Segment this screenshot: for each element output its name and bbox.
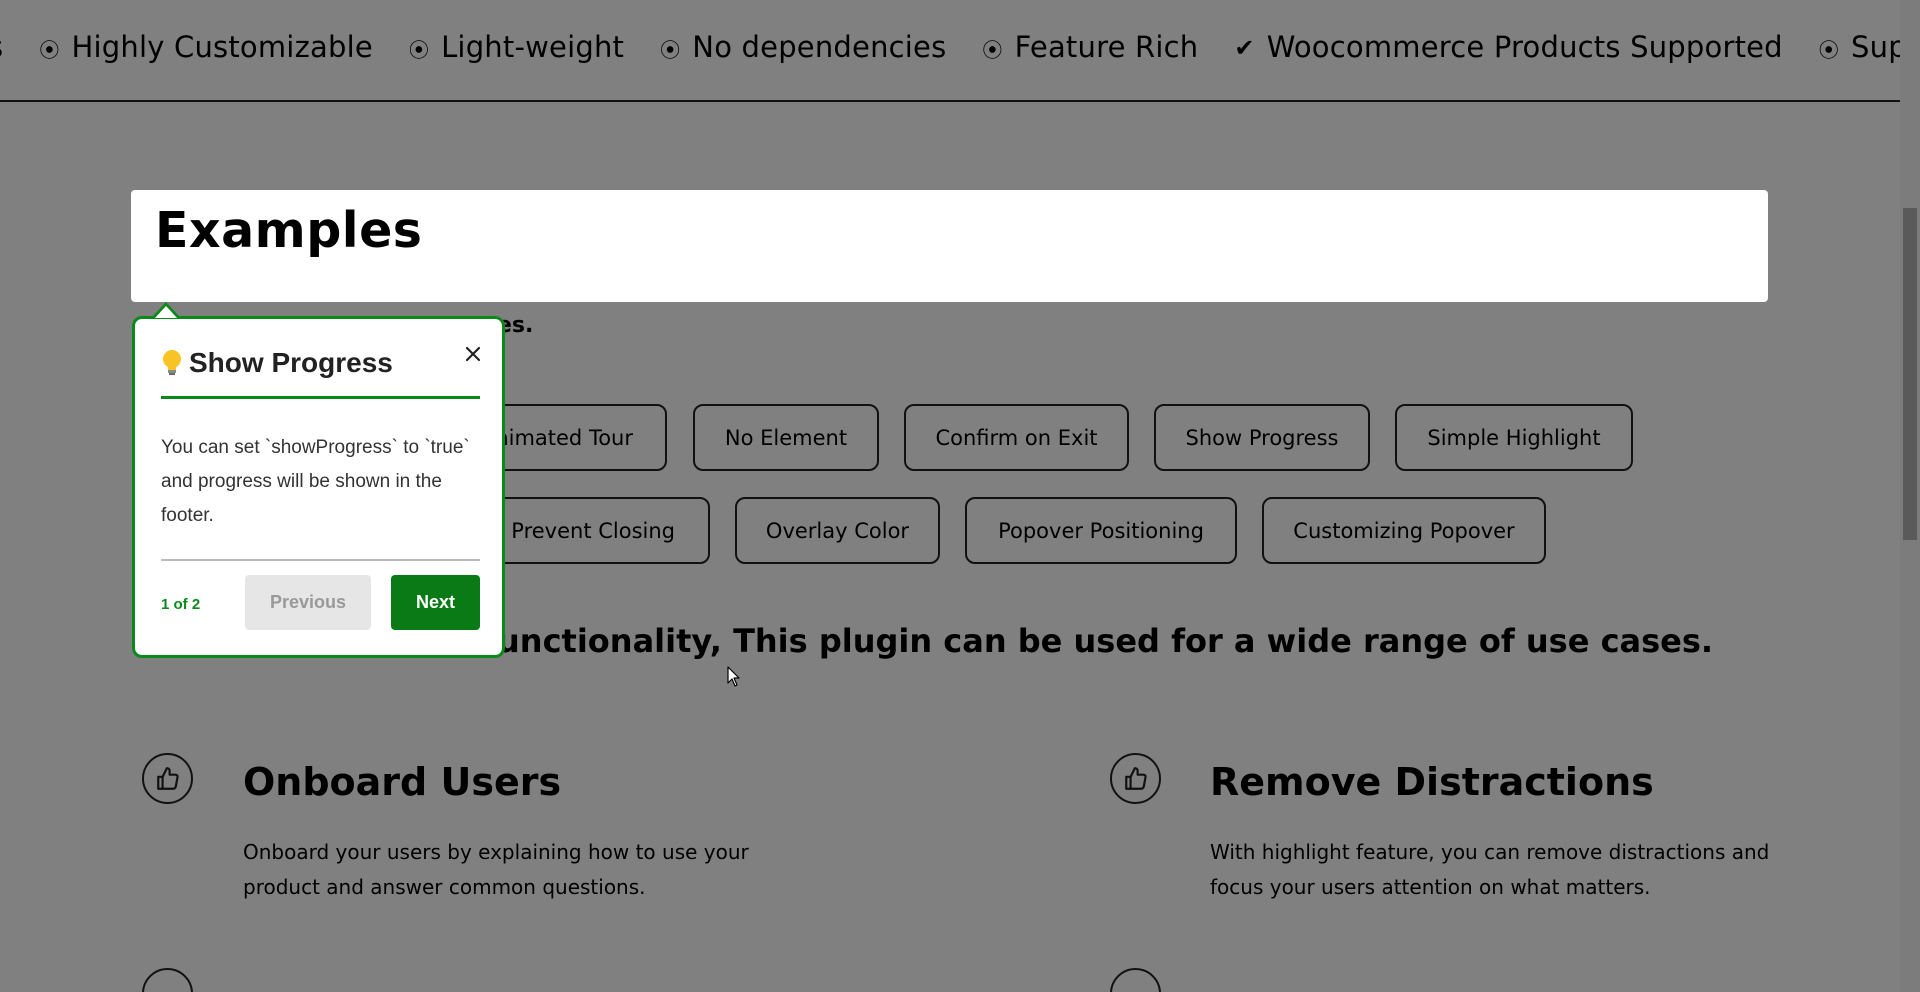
thumbs-up-icon xyxy=(1110,753,1161,804)
examples-highlight-panel: Examples xyxy=(131,190,1768,302)
examples-title: Examples xyxy=(155,202,423,259)
page-scrollbar[interactable] xyxy=(1900,0,1920,992)
example-button-simple-highlight[interactable]: Simple Highlight xyxy=(1395,404,1633,471)
tour-popover: Show Progress You can set `showProgress`… xyxy=(132,316,505,658)
mouse-cursor-icon xyxy=(727,666,741,693)
thumbs-up-icon xyxy=(142,753,193,804)
marquee-item: ⦿ Feature Rich xyxy=(982,30,1198,64)
example-button-prevent-closing[interactable]: Prevent Closing xyxy=(480,497,710,564)
marquee-item: ⦿ No dependencies xyxy=(660,30,946,64)
close-icon[interactable] xyxy=(460,341,486,367)
previous-button[interactable]: Previous xyxy=(245,575,371,630)
marquee-item-label: Light-weight xyxy=(441,30,625,64)
marquee-item: ⦿ Supports xyxy=(1819,30,1900,64)
radio-dot-icon: ⦿ xyxy=(1818,37,1839,62)
scrollbar-thumb[interactable] xyxy=(1903,208,1917,540)
marquee-item-label: Supports xyxy=(1851,30,1900,64)
popover-description: You can set `showProgress` to `true` and… xyxy=(161,437,470,526)
next-button[interactable]: Next xyxy=(391,575,480,630)
marquee-item-label: Woocommerce Products Supported xyxy=(1266,30,1783,64)
marquee-item: ⦿ Light-weight xyxy=(409,30,624,64)
popover-title-divider xyxy=(161,396,480,399)
popover-title-row: Show Progress xyxy=(161,347,393,379)
marquee-track: s ⦿ Highly Customizable ⦿ Light-weight ⦿… xyxy=(0,30,1900,64)
radio-dot-icon: ⦿ xyxy=(408,37,430,62)
marquee-item-label: Feature Rich xyxy=(1014,30,1199,64)
marquee-item: s xyxy=(0,30,3,64)
thumbs-up-icon xyxy=(142,968,193,992)
features-marquee: s ⦿ Highly Customizable ⦿ Light-weight ⦿… xyxy=(0,0,1900,102)
example-button-no-element[interactable]: No Element xyxy=(693,404,879,471)
example-button-animated-tour[interactable]: nimated Tour xyxy=(480,404,667,471)
check-icon: ✔ xyxy=(1234,34,1255,62)
popover-arrow-inner xyxy=(155,306,177,318)
radio-dot-icon: ⦿ xyxy=(660,37,681,62)
example-button-customizing-popover[interactable]: Customizing Popover xyxy=(1262,497,1546,564)
lightbulb-icon xyxy=(161,349,183,377)
feature-title: Onboard Users xyxy=(243,760,562,804)
feature-description: With highlight feature, you can remove d… xyxy=(1210,840,1770,899)
example-button-popover-positioning[interactable]: Popover Positioning xyxy=(965,497,1237,564)
feature-title: Remove Distractions xyxy=(1210,760,1654,804)
feature-description: Onboard your users by explaining how to … xyxy=(243,840,749,899)
example-button-confirm-on-exit[interactable]: Confirm on Exit xyxy=(904,404,1129,471)
example-button-overlay-color[interactable]: Overlay Color xyxy=(735,497,940,564)
marquee-item: ✔ Woocommerce Products Supported xyxy=(1234,30,1782,64)
use-cases-tagline: unctionality, This plugin can be used fo… xyxy=(497,622,1714,660)
marquee-item: ⦿ Highly Customizable xyxy=(39,30,373,64)
example-button-show-progress[interactable]: Show Progress xyxy=(1154,404,1370,471)
marquee-item-label: Highly Customizable xyxy=(71,30,373,64)
popover-footer-divider xyxy=(161,559,480,561)
popover-title: Show Progress xyxy=(189,347,393,378)
marquee-item-label: No dependencies xyxy=(692,30,947,64)
thumbs-up-icon xyxy=(1110,968,1161,992)
popover-progress-text: 1 of 2 xyxy=(161,596,201,613)
marquee-item-label: s xyxy=(0,30,3,64)
radio-dot-icon: ⦿ xyxy=(39,37,60,62)
radio-dot-icon: ⦿ xyxy=(982,37,1003,62)
